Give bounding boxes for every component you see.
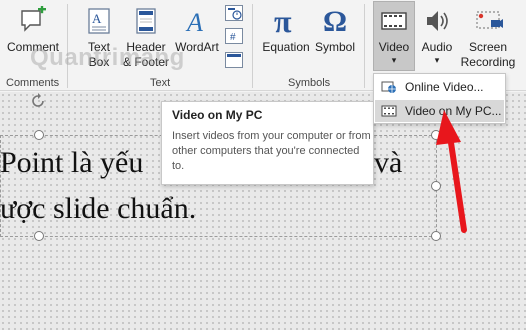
resize-handle[interactable] — [34, 231, 44, 241]
resize-handle[interactable] — [34, 130, 44, 140]
audio-icon — [422, 2, 452, 40]
symbol-label: Symbol — [314, 40, 355, 54]
audio-label: Audio — [421, 40, 453, 54]
object-icon[interactable] — [225, 52, 243, 68]
screen-recording-label-2: Recording — [460, 55, 516, 69]
svg-text:π: π — [274, 5, 292, 37]
wordart-icon: A — [184, 2, 210, 40]
watermark-logo: Quantrimang — [30, 44, 185, 71]
comment-icon — [18, 2, 48, 40]
menu-item-online-video[interactable]: Online Video... — [375, 76, 504, 98]
separator — [252, 4, 253, 88]
symbol-icon: Ω — [320, 2, 350, 40]
tooltip: Video on My PC Insert videos from your c… — [161, 101, 374, 185]
svg-text:#: # — [230, 32, 236, 43]
tooltip-description: Insert videos from your computer or from… — [172, 130, 371, 172]
video-file-icon — [381, 104, 397, 118]
slide-text-line1-end: và — [374, 146, 403, 179]
video-icon — [379, 2, 409, 40]
separator — [364, 4, 365, 88]
audio-dropdown-arrow: ▾ — [434, 55, 440, 65]
group-label-text: Text — [150, 77, 171, 89]
symbol-button[interactable]: Ω Symbol — [314, 2, 356, 55]
svg-text:A: A — [92, 11, 102, 26]
screen-recording-icon — [472, 2, 504, 40]
date-time-icon[interactable] — [225, 5, 243, 21]
group-label-comments: Comments — [6, 77, 60, 89]
menu-item-label: Online Video... — [405, 80, 484, 94]
tooltip-title: Video on My PC — [172, 108, 263, 122]
screen-recording-button[interactable]: Screen Recording — [458, 2, 518, 70]
video-dropdown-arrow: ▾ — [391, 55, 397, 65]
video-button[interactable]: Video ▾ — [373, 1, 415, 71]
group-label-symbols: Symbols — [288, 77, 331, 89]
text-box-icon: A — [86, 2, 112, 40]
svg-text:A: A — [185, 8, 203, 36]
online-video-icon — [381, 80, 397, 94]
header-footer-icon — [133, 2, 159, 40]
slide-text-line1: Point là yếu — [0, 146, 144, 179]
equation-button[interactable]: π Equation — [259, 2, 313, 55]
slide-number-icon[interactable]: # — [225, 28, 243, 44]
equation-icon: π — [271, 2, 301, 40]
audio-button[interactable]: Audio ▾ — [418, 2, 456, 65]
video-label: Video — [378, 40, 410, 54]
screen-recording-label-1: Screen — [468, 40, 508, 54]
red-arrow-annotation — [436, 110, 467, 233]
equation-label: Equation — [262, 40, 310, 54]
svg-text:Ω: Ω — [323, 5, 347, 37]
rotate-handle-icon[interactable] — [29, 92, 47, 115]
slide-text-line2: ược slide chuẩn. — [0, 192, 197, 225]
